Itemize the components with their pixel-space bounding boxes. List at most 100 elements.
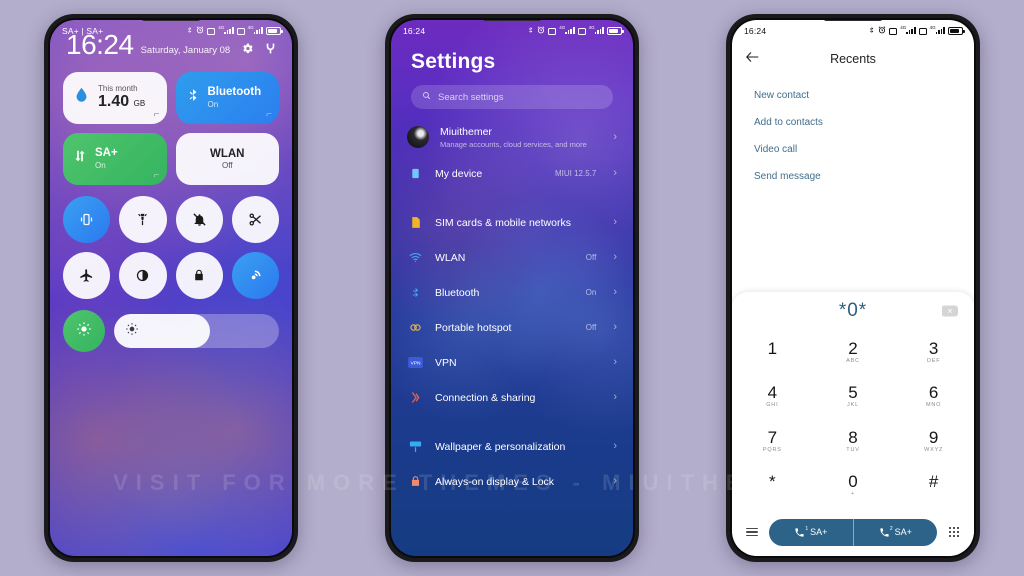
settings-row-wlan[interactable]: WLAN Off › — [391, 240, 633, 275]
key-0[interactable]: 0 + — [813, 464, 894, 509]
clock-row: 16:24 Saturday, January 08 — [63, 31, 279, 59]
call-button-label: SA+ — [894, 527, 912, 537]
dark-mode-icon — [135, 268, 150, 283]
tile-text: SA+ On — [95, 147, 118, 169]
sharing-icon — [407, 389, 424, 406]
search-input[interactable]: Search settings — [411, 85, 613, 109]
sim-index: 1 — [805, 525, 809, 532]
key-2[interactable]: 2 ABC — [813, 330, 894, 375]
row-label: Portable hotspot — [435, 322, 512, 334]
settings-row-my-device[interactable]: My device MIUI 12.5.7 › — [391, 156, 633, 191]
tile-data-usage[interactable]: This month 1.40 GB ⌐ — [63, 71, 167, 124]
chevron-right-icon: › — [613, 131, 617, 144]
key-5[interactable]: 5 JKL — [813, 375, 894, 420]
sim1-icon — [548, 27, 557, 35]
phone-screen: 16:24 4G 4G — [391, 20, 633, 556]
tile-expand-icon[interactable]: ⌐ — [154, 170, 160, 181]
key-hash[interactable]: # — [893, 464, 974, 509]
row-text: Wallpaper & personalization — [435, 437, 585, 455]
row-text: Always-on display & Lock — [435, 472, 585, 490]
status-time: 16:24 — [744, 26, 767, 36]
key-9[interactable]: 9 WXYZ — [893, 419, 974, 464]
toggle-mute[interactable] — [175, 195, 223, 243]
status-icons: 4G 4G — [868, 25, 965, 37]
row-value: On — [585, 287, 597, 297]
row-text: My device — [435, 164, 544, 182]
phone-dialer: 16:24 4G 4G Recents New contact Add to c… — [726, 14, 980, 562]
action-add-to-contacts[interactable]: Add to contacts — [754, 109, 952, 136]
tile-subtitle: This month — [98, 83, 138, 93]
sim-index: 2 — [889, 525, 893, 532]
tile-state: On — [95, 160, 106, 170]
action-video-call[interactable]: Video call — [754, 136, 952, 163]
settings-row-vpn[interactable]: VPN VPN › — [391, 345, 633, 380]
row-label: Connection & sharing — [435, 392, 536, 404]
row-label: VPN — [435, 357, 457, 369]
quick-tiles: This month 1.40 GB ⌐ Bluetooth On ⌐ SA+ … — [63, 71, 279, 185]
control-center-header-icons — [241, 42, 277, 59]
action-new-contact[interactable]: New contact — [754, 82, 952, 109]
tile-mobile-data[interactable]: SA+ On ⌐ — [63, 132, 167, 185]
key-star[interactable]: * — [732, 464, 813, 509]
row-text: VPN — [435, 353, 585, 371]
settings-row-bluetooth[interactable]: Bluetooth On › — [391, 275, 633, 310]
signal-4g-icon: 4G — [930, 25, 945, 36]
phone-bezel: 16:24 4G 4G — [730, 18, 976, 558]
call-button-sim2[interactable]: 2 SA+ — [852, 518, 938, 546]
tile-bluetooth[interactable]: Bluetooth On ⌐ — [175, 71, 279, 124]
chevron-right-icon: › — [613, 356, 617, 368]
settings-row-portable-hotspot[interactable]: Portable hotspot Off › — [391, 310, 633, 345]
menu-icon[interactable] — [743, 527, 761, 537]
settings-row-always-on-display[interactable]: Always-on display & Lock › — [391, 464, 633, 499]
tile-state: On — [207, 99, 219, 109]
brightness-slider[interactable] — [114, 314, 279, 349]
row-value: Off — [585, 322, 597, 332]
toggle-screenshot[interactable] — [231, 195, 279, 243]
toggle-airplane-mode[interactable] — [63, 251, 111, 300]
auto-brightness-button[interactable] — [63, 310, 105, 353]
toggle-dark-mode[interactable] — [119, 251, 167, 300]
arrow-left-icon[interactable] — [745, 51, 760, 66]
phone-control-center: SA+ | SA+ 4G 4G 16:24 Saturday, January … — [44, 14, 298, 562]
edit-toggles-icon[interactable] — [264, 42, 277, 55]
toggle-vibrate[interactable] — [63, 195, 111, 243]
chevron-right-icon: › — [613, 216, 617, 228]
key-8[interactable]: 8 TUV — [813, 419, 894, 464]
key-3[interactable]: 3 DEF — [893, 330, 974, 375]
action-send-message[interactable]: Send message — [754, 163, 952, 190]
earpiece-speaker — [142, 20, 200, 21]
mute-icon — [192, 212, 207, 227]
phone-screen: 16:24 4G 4G — [732, 20, 974, 556]
settings-row-sim-cards[interactable]: SIM cards & mobile networks › — [391, 205, 633, 240]
list-divider — [391, 191, 633, 205]
earpiece-speaker — [824, 20, 882, 21]
key-4[interactable]: 4 GHI — [732, 375, 813, 420]
key-1[interactable]: 1 — [732, 330, 813, 375]
row-text: Bluetooth — [435, 283, 575, 301]
backspace-icon[interactable]: ✕ — [942, 305, 958, 317]
tile-expand-icon[interactable]: ⌐ — [266, 109, 272, 120]
status-time: 16:24 — [403, 26, 426, 36]
wifi-icon — [407, 249, 424, 266]
row-value: Off — [585, 252, 597, 262]
settings-row-account[interactable]: Miuithemer Manage accounts, cloud servic… — [391, 119, 633, 156]
key-6[interactable]: 6 MNO — [893, 375, 974, 420]
tile-title: WLAN — [210, 147, 245, 160]
tile-wlan[interactable]: WLAN Off — [175, 132, 279, 185]
toggle-lock[interactable] — [175, 251, 223, 300]
keypad-icon[interactable] — [945, 527, 963, 537]
status-bar: 16:24 4G 4G — [732, 20, 974, 42]
settings-row-wallpaper[interactable]: Wallpaper & personalization › — [391, 429, 633, 464]
call-button-sim1[interactable]: 1 SA+ — [769, 519, 853, 546]
settings-row-connection-sharing[interactable]: Connection & sharing › — [391, 380, 633, 415]
phone-screen: SA+ | SA+ 4G 4G 16:24 Saturday, January … — [50, 20, 292, 556]
lock-icon — [192, 268, 206, 282]
key-7[interactable]: 7 PQRS — [732, 419, 813, 464]
tile-text: Bluetooth On — [208, 86, 262, 108]
toggle-flashlight[interactable] — [119, 195, 167, 243]
data-usage-drop-icon — [73, 85, 90, 110]
settings-gear-icon[interactable] — [241, 42, 254, 55]
toggle-cast[interactable] — [231, 251, 279, 300]
tile-expand-icon[interactable]: ⌐ — [154, 109, 160, 120]
cast-icon — [248, 268, 263, 283]
